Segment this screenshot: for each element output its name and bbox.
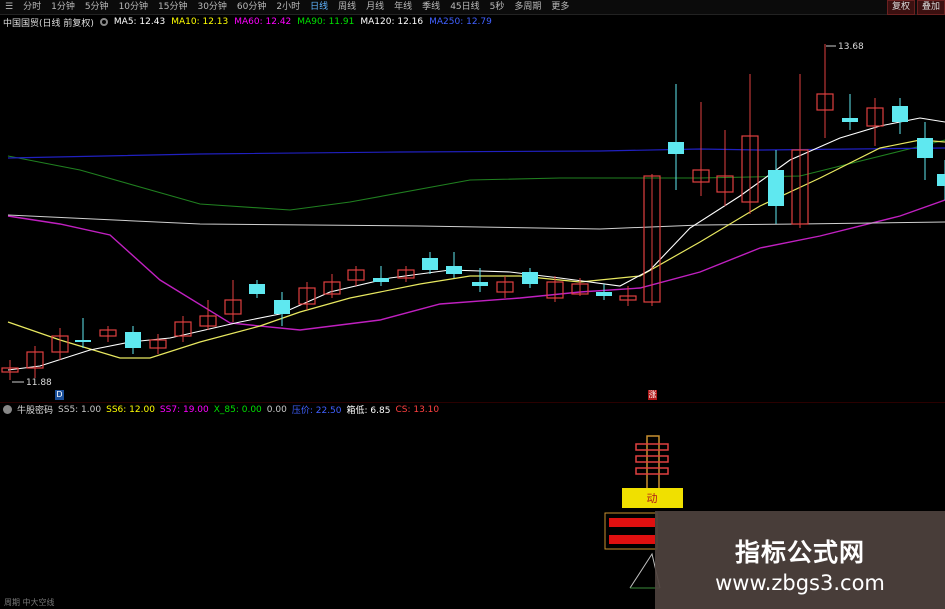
ma10-line [7, 139, 945, 359]
ma120-label: MA120: 12.16 [360, 17, 424, 27]
stacked-bars-glyph [635, 435, 669, 493]
menu-icon[interactable]: ☰ [0, 0, 18, 14]
period-tab[interactable]: 45日线 [445, 0, 484, 14]
ss5-label: SS5: 1.00 [58, 404, 102, 415]
low-price-label: 11.88 [26, 378, 52, 388]
period-tab[interactable]: 15分钟 [153, 0, 192, 14]
watermark: 指标公式网 www.zbgs3.com [655, 511, 945, 609]
ma5-label: MA5: 12.43 [113, 17, 166, 27]
xiangdi-label: 箱低: 6.85 [346, 406, 391, 416]
candle-body-down [422, 258, 438, 270]
period-toolbar: ☰ 分时 1分钟 5分钟 10分钟 15分钟 30分钟 60分钟 2小时 日线 … [0, 0, 945, 15]
x85-label: X_85: 0.00 [213, 404, 262, 415]
period-tab[interactable]: 5分钟 [80, 0, 114, 14]
candle-body-down [75, 340, 91, 342]
ss7-label: SS7: 19.00 [159, 404, 209, 415]
period-tab[interactable]: 季线 [417, 0, 445, 14]
candle-body-down [373, 278, 389, 282]
ss6-label: SS6: 12.00 [106, 404, 155, 415]
candle-body-down [892, 106, 908, 122]
candle-body-down [125, 332, 141, 348]
period-tab[interactable]: 年线 [389, 0, 417, 14]
candle-body-down [768, 170, 784, 206]
ma90-label: MA90: 11.91 [297, 17, 355, 27]
candle-body-down [917, 138, 933, 158]
candle-body-down [472, 282, 488, 286]
candle-body-down [937, 174, 945, 186]
ma10-label: MA10: 12.13 [171, 17, 229, 27]
period-tab[interactable]: 1分钟 [46, 0, 80, 14]
period-tab[interactable]: 更多 [546, 0, 574, 14]
ma60-line [7, 199, 945, 331]
candle-body-down [446, 266, 462, 274]
candle-body-down [596, 292, 612, 296]
restore-right-button[interactable]: 复权 [886, 0, 915, 15]
high-price-label: 13.68 [838, 42, 864, 52]
red-double-bar [604, 512, 658, 550]
marker-zhang: 涨 [648, 390, 657, 400]
cs-label: CS: 13.10 [395, 404, 440, 415]
stock-name[interactable]: 中国国贸(日线 前复权) [3, 16, 94, 29]
indicator-dot-icon[interactable] [3, 405, 12, 414]
sub-indicator-bar: 牛股密码 SS5: 1.00 SS6: 12.00 SS7: 19.00 X_8… [0, 402, 945, 416]
overlay-button[interactable]: 叠加 [916, 0, 945, 15]
period-tab[interactable]: 月线 [361, 0, 389, 14]
toolbar-right: 复权 叠加 [885, 0, 945, 15]
signal-dong-text: 动 [647, 492, 658, 505]
period-tab[interactable]: 分时 [18, 0, 46, 14]
ma5-line [7, 117, 945, 371]
watermark-url: www.zbgs3.com [715, 571, 885, 595]
candle-body-down [668, 142, 684, 154]
period-tab[interactable]: 周线 [333, 0, 361, 14]
marker-d: D [55, 390, 64, 400]
ma250-label: MA250: 12.79 [429, 17, 492, 27]
yajia-label: 压价: 22.50 [291, 406, 342, 416]
watermark-title: 指标公式网 [734, 538, 865, 567]
sub-indicator-name[interactable]: 牛股密码 [17, 403, 53, 416]
settings-gear-icon[interactable] [99, 18, 108, 26]
zero-label: 0.00 [266, 404, 287, 415]
ma120-line [7, 214, 945, 230]
candle-body-down [274, 300, 290, 314]
candle-body-down [522, 272, 538, 284]
candle-body-down [842, 118, 858, 122]
candle-body-down [249, 284, 265, 294]
kline-chart[interactable]: 13.68 11.88 [0, 30, 945, 400]
ma60-label: MA60: 12.42 [234, 17, 292, 27]
period-tab[interactable]: 2小时 [271, 0, 305, 14]
period-tab[interactable]: 60分钟 [232, 0, 271, 14]
period-tab[interactable]: 5秒 [485, 0, 510, 14]
period-tab[interactable]: 30分钟 [192, 0, 231, 14]
period-tab[interactable]: 多周期 [509, 0, 546, 14]
main-indicator-bar: 中国国贸(日线 前复权) MA5: 12.43 MA10: 12.13 MA60… [0, 15, 945, 29]
period-tab-active[interactable]: 日线 [305, 0, 333, 14]
period-tab[interactable]: 10分钟 [114, 0, 153, 14]
